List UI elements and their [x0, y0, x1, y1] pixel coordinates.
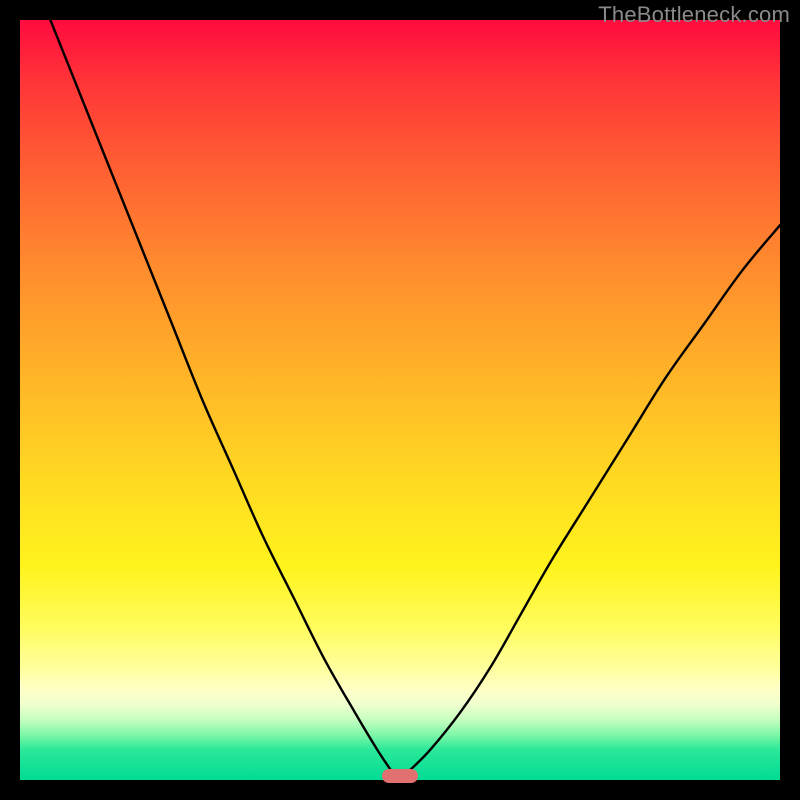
watermark-text: TheBottleneck.com — [598, 2, 790, 28]
chart-frame: TheBottleneck.com — [0, 0, 800, 800]
bottleneck-curve — [20, 20, 780, 780]
curve-right-branch — [408, 225, 780, 772]
optimal-point-marker — [382, 769, 418, 783]
plot-area — [20, 20, 780, 780]
curve-left-branch — [50, 20, 392, 772]
